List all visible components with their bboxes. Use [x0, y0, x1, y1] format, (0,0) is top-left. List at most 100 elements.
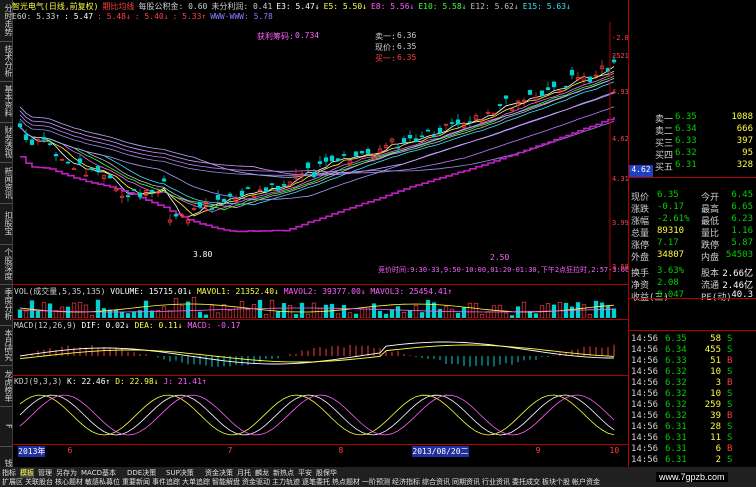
- toolbar-tab[interactable]: 主力轨迹: [272, 477, 300, 487]
- volume-bar: [503, 312, 509, 318]
- tick-price: 6.32: [665, 367, 687, 377]
- toolbar-tab[interactable]: 委托成交: [512, 477, 540, 487]
- summary-value: 89310: [657, 226, 685, 236]
- macd-chart[interactable]: [12, 330, 628, 374]
- tab-divider: [0, 284, 12, 286]
- left-tab[interactable]: 本月研究: [0, 327, 13, 364]
- volume-bar: [161, 306, 167, 318]
- order-book-row: 卖二 6.34 666: [631, 124, 755, 137]
- left-tab[interactable]: 分时走势: [0, 2, 13, 39]
- header-indicator: E12: 5.62↓: [470, 2, 519, 11]
- price-tick: 4.62: [612, 135, 629, 144]
- toolbar-tab[interactable]: 敏感私募位: [85, 477, 120, 487]
- tick-volume: 10: [710, 367, 721, 377]
- moving-average-line: [19, 91, 615, 201]
- candle-body: [539, 90, 545, 97]
- d-line: [19, 394, 615, 436]
- volume-bar: [377, 310, 383, 318]
- left-tab[interactable]: 新闻资讯: [0, 164, 13, 201]
- kline-chart[interactable]: [12, 22, 628, 280]
- toolbar-tab[interactable]: 智能解盘: [212, 477, 240, 487]
- tick-price: 6.35: [665, 334, 687, 344]
- volume-bar: [251, 304, 257, 318]
- summary-value: 3.63%: [657, 266, 685, 276]
- summary-value: 2.08: [657, 278, 679, 288]
- volume-bar: [173, 298, 179, 318]
- kdj-chart[interactable]: [12, 387, 628, 443]
- order-book-row: 买四 6.32 95: [631, 148, 755, 161]
- tick-volume: 58: [710, 334, 721, 344]
- left-tab[interactable]: 基本资料: [0, 83, 13, 120]
- tick-price: 6.31: [665, 455, 687, 465]
- volume-bar: [509, 315, 515, 318]
- volume-bar: [317, 308, 323, 318]
- moving-average-line: [19, 66, 615, 218]
- tick-volume: 2: [715, 455, 721, 465]
- toolbar-tab[interactable]: 核心题材: [55, 477, 83, 487]
- volume-bar: [65, 306, 71, 318]
- quote-summary-row: 涨幅 -2.61% 最低 6.23: [631, 214, 755, 227]
- candle-body: [29, 139, 35, 145]
- volume-chart[interactable]: [12, 296, 628, 318]
- left-tab[interactable]: F: [0, 408, 13, 445]
- tick-row: 14:56 6.31 11 S: [631, 433, 755, 444]
- toolbar-tab[interactable]: 大单追踪: [182, 477, 210, 487]
- toolbar-tab[interactable]: 重要新闻: [122, 477, 150, 487]
- volume-bar: [311, 302, 317, 318]
- candle-body: [359, 151, 365, 154]
- toolbar-tab[interactable]: 行业资讯: [482, 477, 510, 487]
- candle-body: [65, 161, 71, 164]
- volume-bar: [191, 297, 197, 318]
- tick-row: 14:56 6.35 58 S: [631, 334, 755, 345]
- mid-value: 2.50: [490, 253, 510, 262]
- summary-value: 6.23: [731, 214, 753, 224]
- left-tab[interactable]: 龙虎榜单: [0, 367, 13, 404]
- candle-body: [131, 189, 137, 191]
- toolbar-tab[interactable]: 帐户资金: [572, 477, 600, 487]
- left-tab[interactable]: 技术分析: [0, 43, 13, 80]
- tick-time: 14:56: [631, 345, 659, 355]
- left-tab[interactable]: 财务透视: [0, 124, 13, 161]
- header-indicator: E10: 5.58↓: [418, 2, 467, 11]
- candle-body: [503, 95, 509, 99]
- candle-body: [275, 185, 281, 191]
- toolbar-tab[interactable]: 同期资讯: [452, 477, 480, 487]
- toolbar-tab[interactable]: 逐笔委托: [302, 477, 330, 487]
- quote-summary-row: 现价 6.35 今开 6.45: [631, 190, 755, 203]
- left-tab[interactable]: 个股深度: [0, 246, 13, 283]
- volume-bar: [443, 306, 449, 318]
- volume-bar: [599, 302, 605, 318]
- toolbar-tab[interactable]: 扩展区: [2, 477, 23, 487]
- tab-divider: [0, 405, 12, 407]
- tick-time: 14:56: [631, 455, 659, 465]
- toolbar-tab[interactable]: 热点题材: [332, 477, 360, 487]
- candle-body: [353, 151, 359, 157]
- volume-bar: [521, 301, 527, 318]
- left-tab[interactable]: 季度分析: [0, 286, 13, 323]
- tick-row: 14:56 6.34 455 S: [631, 345, 755, 356]
- order-label: 买五: [655, 163, 674, 173]
- j-value: J: 21.41↑: [163, 377, 207, 386]
- candle-body: [41, 137, 47, 140]
- volume-bar: [455, 312, 461, 318]
- summary-value: -0.17: [657, 202, 685, 212]
- toolbar-tab[interactable]: 关联股台: [25, 477, 53, 487]
- left-tab[interactable]: 扣股宝: [0, 205, 13, 242]
- summary-value: 5.87: [731, 238, 753, 248]
- ask1-label: 卖一:: [375, 32, 396, 41]
- toolbar-tab[interactable]: 板块个股: [542, 477, 570, 487]
- tick-volume: 259: [704, 400, 721, 410]
- volume-label: VOL(成交量,5,35,135): [14, 287, 106, 296]
- volume-bar: [35, 310, 41, 318]
- toolbar-tab[interactable]: 经济指标: [392, 477, 420, 487]
- tick-row: 14:56 6.32 39 B: [631, 411, 755, 422]
- toolbar-tab[interactable]: 资金驱动: [242, 477, 270, 487]
- volume-bar: [17, 309, 23, 318]
- toolbar-tab[interactable]: 综合资讯: [422, 477, 450, 487]
- candle-body: [455, 119, 461, 125]
- candle-body: [413, 138, 419, 142]
- toolbar-tab[interactable]: 事件追踪: [152, 477, 180, 487]
- toolbar-tab[interactable]: 一阶预测: [362, 477, 390, 487]
- volume-bar: [179, 305, 185, 318]
- summary-value: 6.35: [657, 190, 679, 200]
